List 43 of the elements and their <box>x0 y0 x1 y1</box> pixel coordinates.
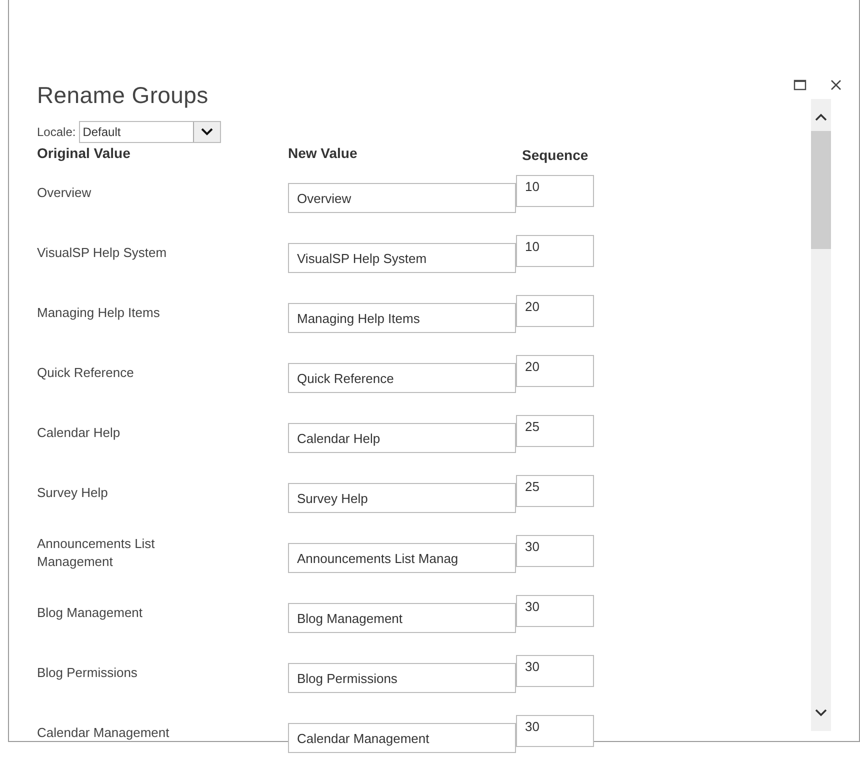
new-value-field[interactable]: Calendar Help <box>288 423 516 453</box>
scroll-down-icon[interactable] <box>815 709 827 717</box>
sequence-field[interactable]: 30 <box>516 595 594 627</box>
original-value: VisualSP Help System <box>37 244 168 262</box>
dialog-title: Rename Groups <box>37 82 208 109</box>
original-value: Calendar Management <box>37 724 170 742</box>
sequence-field[interactable]: 10 <box>516 175 594 207</box>
original-value: Blog Permissions <box>37 664 138 682</box>
sequence-field[interactable]: 30 <box>516 535 594 567</box>
scroll-up-icon[interactable] <box>815 113 827 121</box>
column-header: New Value <box>288 145 358 163</box>
close-icon[interactable] <box>829 78 843 92</box>
locale-dropdown[interactable]: Default <box>78 121 221 143</box>
sequence-field[interactable]: 30 <box>516 655 594 687</box>
column-header: Original Value <box>37 145 132 163</box>
original-value: Survey Help <box>37 484 109 502</box>
original-value: Blog Management <box>37 604 144 622</box>
original-value: Announcements List Management <box>37 535 156 571</box>
new-value-field[interactable]: Quick Reference <box>288 363 516 393</box>
new-value-field[interactable]: Calendar Management <box>288 723 516 753</box>
new-value-field[interactable]: Managing Help Items <box>288 303 516 333</box>
sequence-field[interactable]: 20 <box>516 355 594 387</box>
new-value-field[interactable]: Announcements List Manag <box>288 543 516 573</box>
new-value-field[interactable]: Overview <box>288 183 516 213</box>
locale-label: Locale: <box>37 125 76 139</box>
original-value: Managing Help Items <box>37 304 161 322</box>
new-value-field[interactable]: VisualSP Help System <box>288 243 516 273</box>
scrollbar-thumb[interactable] <box>811 131 831 249</box>
original-value: Calendar Help <box>37 424 122 442</box>
sequence-field[interactable]: 10 <box>516 235 594 267</box>
maximize-icon[interactable] <box>793 78 807 92</box>
new-value-field[interactable]: Blog Management <box>288 603 516 633</box>
original-value: Quick Reference <box>37 364 135 382</box>
new-value-field[interactable]: Blog Permissions <box>288 663 516 693</box>
sequence-field[interactable]: 25 <box>516 475 594 507</box>
sequence-field[interactable]: 25 <box>516 415 594 447</box>
original-value: Overview <box>37 184 92 202</box>
new-value-field[interactable]: Survey Help <box>288 483 516 513</box>
scrollbar[interactable] <box>811 99 831 731</box>
sequence-field[interactable]: 30 <box>516 715 594 747</box>
chevron-down-icon <box>200 128 213 136</box>
sequence-field[interactable]: 20 <box>516 295 594 327</box>
column-header: Sequence <box>522 147 590 163</box>
